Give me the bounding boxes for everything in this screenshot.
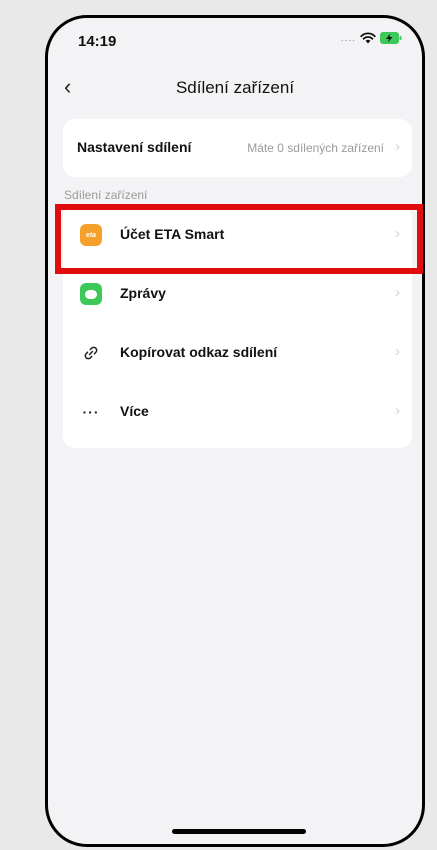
status-bar: 14:19 .... [48, 18, 422, 64]
navigation-bar: ‹ Sdílení zařízení [48, 70, 422, 110]
status-icons: .... [341, 32, 402, 44]
message-bubble-shape [85, 289, 97, 299]
messages-icon [80, 283, 102, 305]
sharing-settings-row[interactable]: Nastavení sdílení Máte 0 sdílených zaříz… [63, 119, 412, 177]
link-icon [80, 342, 102, 364]
chevron-right-icon: › [395, 343, 400, 360]
chevron-right-icon: › [395, 284, 400, 301]
signal-dots: .... [340, 32, 356, 44]
share-option-more[interactable]: ··· Více › [63, 383, 412, 441]
chevron-right-icon: › [395, 138, 400, 155]
share-option-copy-link[interactable]: Kopírovat odkaz sdílení › [63, 324, 412, 382]
link-icon-glyph [84, 346, 98, 360]
home-indicator [172, 829, 306, 834]
battery-charging-icon [380, 32, 402, 44]
chevron-right-icon: › [395, 402, 400, 419]
phone-frame: 14:19 .... ‹ Sdílení zařízení Nastavení … [45, 15, 425, 847]
share-option-label: Více [120, 403, 149, 419]
section-label: Sdílení zařízení [64, 188, 148, 202]
status-time: 14:19 [78, 33, 117, 50]
share-option-label: Kopírovat odkaz sdílení [120, 344, 278, 360]
wifi-icon [360, 32, 376, 44]
highlight-box [55, 204, 423, 274]
shared-devices-count: Máte 0 sdílených zařízení [247, 141, 384, 155]
page-title: Sdílení zařízení [175, 78, 295, 97]
sharing-settings-label: Nastavení sdílení [77, 139, 192, 155]
more-icon: ··· [82, 404, 100, 420]
share-option-label: Zprávy [120, 285, 166, 301]
